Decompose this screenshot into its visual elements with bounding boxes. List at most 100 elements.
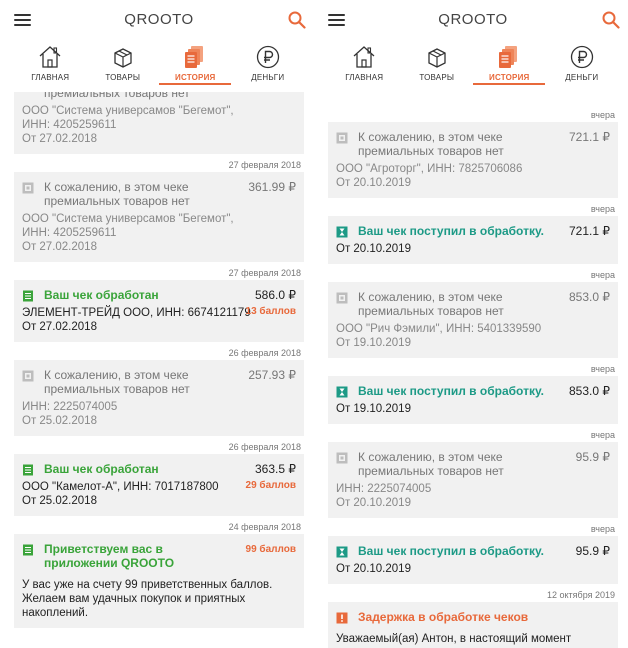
tab-goods[interactable]: ТОВАРЫ [401,40,473,90]
history-card[interactable]: К сожалению, в этом чеке премиальных тов… [14,360,304,436]
card-date: От 20.10.2019 [336,497,411,509]
card-amount: 853.0 ₽ [569,290,610,304]
card-amount: 363.5 ₽ [255,462,296,476]
date-separator: 26 февраля 2018 [228,348,301,358]
card-title: Задержка в обработке чеков [358,610,529,624]
box-icon [114,48,132,68]
date-separator: 27 февраля 2018 [228,160,301,170]
search-icon[interactable] [288,11,306,29]
home-icon [39,46,61,68]
tab-home[interactable]: ГЛАВНАЯ [328,40,400,90]
app-header: QROOTO [320,0,626,40]
card-date: От 19.10.2019 [336,403,411,415]
hourglass-icon [336,226,348,238]
app-logo: QROOTO [124,11,194,28]
date-separator: вчера [590,430,615,440]
history-card[interactable]: Ваш чек поступил в обработку. 721.1 ₽ От… [328,216,618,264]
tab-money[interactable]: ДЕНЬГИ [232,40,304,90]
card-message: У вас уже на счету 99 приветственных бал… [22,579,273,619]
card-inn: ИНН: 4205259611 [22,119,117,131]
history-card[interactable]: Ваш чек обработан 586.0 ₽ ЭЛЕМЕНТ-ТРЕЙД … [14,280,304,342]
checked-receipt-icon [23,290,33,302]
tab-label: ГЛАВНАЯ [345,73,384,82]
home-icon [353,46,375,68]
card-inn: ИНН: 2225074005 [336,483,432,495]
card-date: От 19.10.2019 [336,337,411,349]
card-amount: 257.93 ₽ [248,368,296,382]
alert-icon [336,612,348,624]
date-separator: 12 октября 2019 [546,590,615,600]
date-separator: 24 февраля 2018 [228,522,301,532]
receipt-icon [336,132,348,144]
history-card[interactable]: К сожалению, в этом чеке премиальных тов… [328,122,618,198]
card-date: От 20.10.2019 [336,563,411,575]
tab-label: ДЕНЬГИ [565,73,599,82]
card-date: От 20.10.2019 [336,177,411,189]
tab-label: ГЛАВНАЯ [31,73,70,82]
card-title: К сожалению, в этом чеке премиальных тов… [44,180,190,208]
app-logo: QROOTO [438,11,508,28]
ruble-icon [256,45,279,69]
card-message: Уважаемый(ая) Антон, в настоящий момент [336,633,572,645]
card-amount: 586.0 ₽ [255,288,296,302]
history-feed[interactable]: премиальных товаров нет ООО "Система уни… [14,92,304,648]
history-card[interactable]: Ваш чек поступил в обработку. 95.9 ₽ От … [328,536,618,584]
card-title: Ваш чек обработан [44,288,159,302]
card-inn: ИНН: 4205259611 [22,227,117,239]
tab-home[interactable]: ГЛАВНАЯ [14,40,86,90]
date-separator: вчера [590,204,615,214]
receipts-icon [185,46,204,68]
card-title: Ваш чек поступил в обработку. [358,384,544,398]
ruble-icon [570,45,593,69]
card-date: От 27.02.2018 [22,241,97,253]
app-header: QROOTO [6,0,312,40]
card-date: От 25.02.2018 [22,495,97,507]
history-card[interactable]: Приветствуем вас в приложении QROOTO 99 … [14,534,304,628]
card-amount: 721.1 ₽ [569,130,610,144]
history-card[interactable]: Ваш чек обработан 363.5 ₽ ООО "Камелот-А… [14,454,304,516]
date-separator: вчера [590,110,615,120]
card-store: ООО "Система универсамов "Бегемот", [22,213,234,225]
search-icon[interactable] [602,11,620,29]
card-amount: 361.99 ₽ [248,180,296,194]
history-feed[interactable]: вчера К сожалению, в этом чеке премиальн… [328,92,618,648]
hourglass-icon [336,386,348,398]
tab-money[interactable]: ДЕНЬГИ [546,40,618,90]
card-date: От 25.02.2018 [22,415,97,427]
card-title: К сожалению, в этом чеке премиальных тов… [358,130,504,158]
card-date: От 27.02.2018 [22,133,97,145]
bonus-points: 99 баллов [245,544,296,555]
tab-history[interactable]: ИСТОРИЯ [159,40,232,90]
card-amount: 95.9 ₽ [575,450,610,464]
checked-receipt-icon [23,544,33,556]
date-separator: вчера [590,364,615,374]
tab-label: ДЕНЬГИ [251,73,285,82]
card-title: Ваш чек поступил в обработку. [358,544,544,558]
date-separator: вчера [590,524,615,534]
card-title: К сожалению, в этом чеке премиальных тов… [358,450,504,478]
receipt-icon [336,292,348,304]
card-store: ООО "Агроторг", ИНН: 7825706086 [336,163,523,175]
tab-history[interactable]: ИСТОРИЯ [473,40,546,90]
tab-goods[interactable]: ТОВАРЫ [87,40,159,90]
date-separator: 26 февраля 2018 [228,442,301,452]
receipts-icon [499,46,518,68]
card-title: К сожалению, в этом чеке премиальных тов… [44,368,190,396]
history-card[interactable]: К сожалению, в этом чеке премиальных тов… [328,282,618,358]
card-title: Ваш чек обработан [44,462,159,476]
history-card[interactable]: К сожалению, в этом чеке премиальных тов… [328,442,618,518]
tab-bar: ГЛАВНАЯ ТОВАРЫ ИСТОРИЯ ДЕНЬГИ [320,40,626,90]
receipt-icon [22,182,34,194]
card-title: премиальных товаров нет [44,92,190,100]
receipt-icon [22,370,34,382]
history-card[interactable]: Ваш чек поступил в обработку. 853.0 ₽ От… [328,376,618,424]
history-card[interactable]: К сожалению, в этом чеке премиальных тов… [14,172,304,262]
tab-label: ТОВАРЫ [419,73,455,82]
date-separator: вчера [590,270,615,280]
card-amount: 853.0 ₽ [569,384,610,398]
card-title: Ваш чек поступил в обработку. [358,224,544,238]
history-card[interactable]: премиальных товаров нет ООО "Система уни… [14,92,304,154]
card-store: ООО "Рич Фэмили", ИНН: 5401339590 [336,323,542,335]
history-card[interactable]: Задержка в обработке чеков Уважаемый(ая)… [328,602,618,648]
card-amount: 721.1 ₽ [569,224,610,238]
